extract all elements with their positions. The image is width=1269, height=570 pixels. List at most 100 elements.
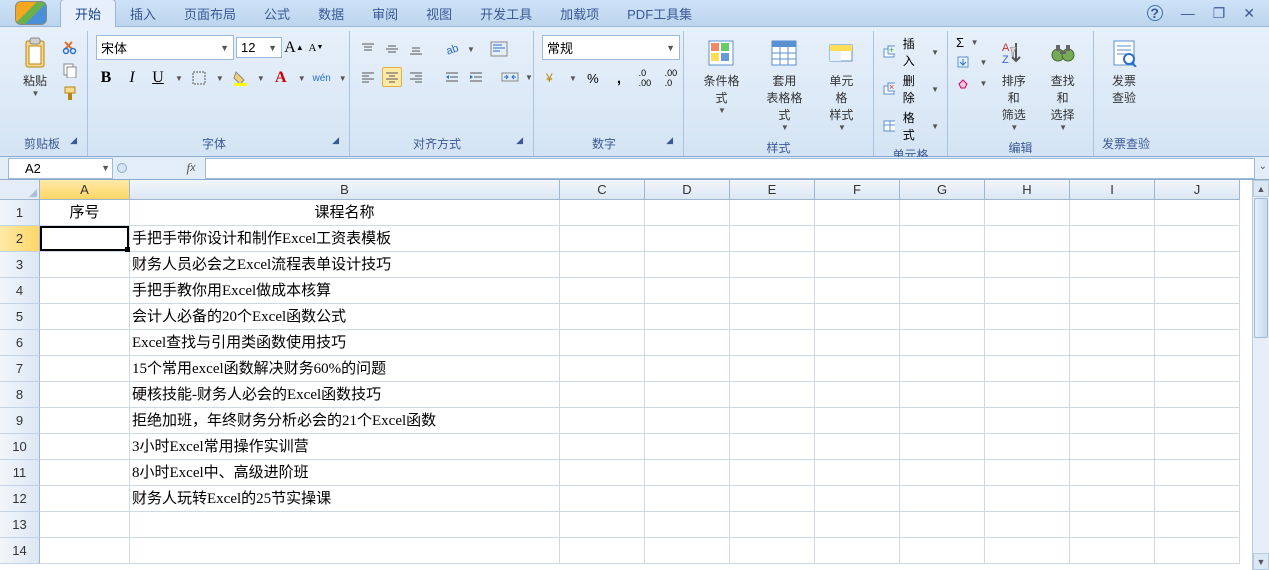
cell-C9[interactable] <box>560 408 645 434</box>
font-size-combo[interactable]: 12▼ <box>236 37 282 58</box>
dialog-launcher-icon[interactable]: ◢ <box>516 135 523 146</box>
cell-G13[interactable] <box>900 512 985 538</box>
row-header-8[interactable]: 8 <box>0 382 40 408</box>
office-button[interactable] <box>6 0 56 27</box>
cell-G8[interactable] <box>900 382 985 408</box>
cell-G2[interactable] <box>900 226 985 252</box>
cell-D3[interactable] <box>645 252 730 278</box>
dialog-launcher-icon[interactable]: ◢ <box>332 135 339 146</box>
restore-button[interactable]: ❐ <box>1213 5 1226 22</box>
cell-I2[interactable] <box>1070 226 1155 252</box>
sort-filter-button[interactable]: AZ 排序和 筛选▼ <box>991 33 1036 136</box>
col-header-I[interactable]: I <box>1070 180 1155 200</box>
cell-G9[interactable] <box>900 408 985 434</box>
scroll-thumb[interactable] <box>1254 198 1268 338</box>
cell-D5[interactable] <box>645 304 730 330</box>
font-name-combo[interactable]: 宋体▼ <box>96 35 234 60</box>
row-header-12[interactable]: 12 <box>0 486 40 512</box>
tab-9[interactable]: PDF工具集 <box>613 0 706 27</box>
cell-I7[interactable] <box>1070 356 1155 382</box>
cell-B9[interactable]: 拒绝加班，年终财务分析必会的21个Excel函数 <box>130 408 560 434</box>
cell-H10[interactable] <box>985 434 1070 460</box>
cell-G1[interactable] <box>900 200 985 226</box>
phonetic-button[interactable]: wén <box>312 68 332 88</box>
align-bottom-button[interactable] <box>406 39 426 59</box>
cut-button[interactable] <box>60 37 80 57</box>
cell-B10[interactable]: 3小时Excel常用操作实训营 <box>130 434 560 460</box>
cell-C7[interactable] <box>560 356 645 382</box>
cell-C8[interactable] <box>560 382 645 408</box>
cell-G12[interactable] <box>900 486 985 512</box>
cell-F13[interactable] <box>815 512 900 538</box>
cell-E8[interactable] <box>730 382 815 408</box>
cell-D7[interactable] <box>645 356 730 382</box>
cell-A7[interactable] <box>40 356 130 382</box>
underline-button[interactable]: U <box>148 68 168 88</box>
cell-A14[interactable] <box>40 538 130 564</box>
cell-B3[interactable]: 财务人员必会之Excel流程表单设计技巧 <box>130 252 560 278</box>
cell-D11[interactable] <box>645 460 730 486</box>
cell-I9[interactable] <box>1070 408 1155 434</box>
cell-E13[interactable] <box>730 512 815 538</box>
cell-C5[interactable] <box>560 304 645 330</box>
format-painter-button[interactable] <box>60 83 80 103</box>
invoice-check-button[interactable]: 发票 查验 <box>1102 33 1146 110</box>
row-header-1[interactable]: 1 <box>0 200 40 226</box>
cell-H14[interactable] <box>985 538 1070 564</box>
tab-5[interactable]: 审阅 <box>358 0 412 27</box>
cell-G7[interactable] <box>900 356 985 382</box>
close-button[interactable]: ✕ <box>1243 5 1255 22</box>
tab-1[interactable]: 插入 <box>116 0 170 27</box>
cell-J4[interactable] <box>1155 278 1240 304</box>
cell-J13[interactable] <box>1155 512 1240 538</box>
cell-H11[interactable] <box>985 460 1070 486</box>
accounting-format-button[interactable]: ¥ <box>542 68 562 88</box>
percent-button[interactable]: % <box>583 68 603 88</box>
cell-H6[interactable] <box>985 330 1070 356</box>
cell-G3[interactable] <box>900 252 985 278</box>
fx-button[interactable]: fx <box>179 158 203 179</box>
cell-A11[interactable] <box>40 460 130 486</box>
row-header-14[interactable]: 14 <box>0 538 40 564</box>
cell-A6[interactable] <box>40 330 130 356</box>
cell-B7[interactable]: 15个常用excel函数解决财务60%的问题 <box>130 356 560 382</box>
cell-D10[interactable] <box>645 434 730 460</box>
col-header-B[interactable]: B <box>130 180 560 200</box>
cell-I11[interactable] <box>1070 460 1155 486</box>
cell-I1[interactable] <box>1070 200 1155 226</box>
cell-C10[interactable] <box>560 434 645 460</box>
cell-F5[interactable] <box>815 304 900 330</box>
decrease-decimal-button[interactable]: .00.0 <box>661 68 681 88</box>
cell-A5[interactable] <box>40 304 130 330</box>
cell-B13[interactable] <box>130 512 560 538</box>
cell-J14[interactable] <box>1155 538 1240 564</box>
cell-D9[interactable] <box>645 408 730 434</box>
namebox-resize-handle[interactable] <box>117 163 127 173</box>
cell-I6[interactable] <box>1070 330 1155 356</box>
cell-C4[interactable] <box>560 278 645 304</box>
delete-cells-button[interactable]: × 删除 ▼ <box>882 72 939 106</box>
cell-J11[interactable] <box>1155 460 1240 486</box>
scroll-up-button[interactable]: ▲ <box>1253 180 1269 197</box>
cell-I8[interactable] <box>1070 382 1155 408</box>
chevron-down-icon[interactable]: ▼ <box>101 163 110 173</box>
col-header-A[interactable]: A <box>40 180 130 200</box>
col-header-J[interactable]: J <box>1155 180 1240 200</box>
tab-0[interactable]: 开始 <box>60 0 116 27</box>
cell-A13[interactable] <box>40 512 130 538</box>
dialog-launcher-icon[interactable]: ◢ <box>70 135 77 146</box>
cell-C3[interactable] <box>560 252 645 278</box>
decrease-indent-button[interactable] <box>442 67 462 87</box>
scroll-down-button[interactable]: ▼ <box>1253 553 1269 570</box>
cell-G4[interactable] <box>900 278 985 304</box>
cell-I5[interactable] <box>1070 304 1155 330</box>
paste-button[interactable]: 粘贴 ▼ <box>14 33 56 102</box>
decrease-font-button[interactable]: A▼ <box>306 38 326 58</box>
cell-H3[interactable] <box>985 252 1070 278</box>
cell-D8[interactable] <box>645 382 730 408</box>
cell-B6[interactable]: Excel查找与引用类函数使用技巧 <box>130 330 560 356</box>
cell-E1[interactable] <box>730 200 815 226</box>
row-header-5[interactable]: 5 <box>0 304 40 330</box>
format-as-table-button[interactable]: 套用 表格格式▼ <box>755 33 814 136</box>
cell-styles-button[interactable]: 单元格 样式▼ <box>818 33 865 136</box>
